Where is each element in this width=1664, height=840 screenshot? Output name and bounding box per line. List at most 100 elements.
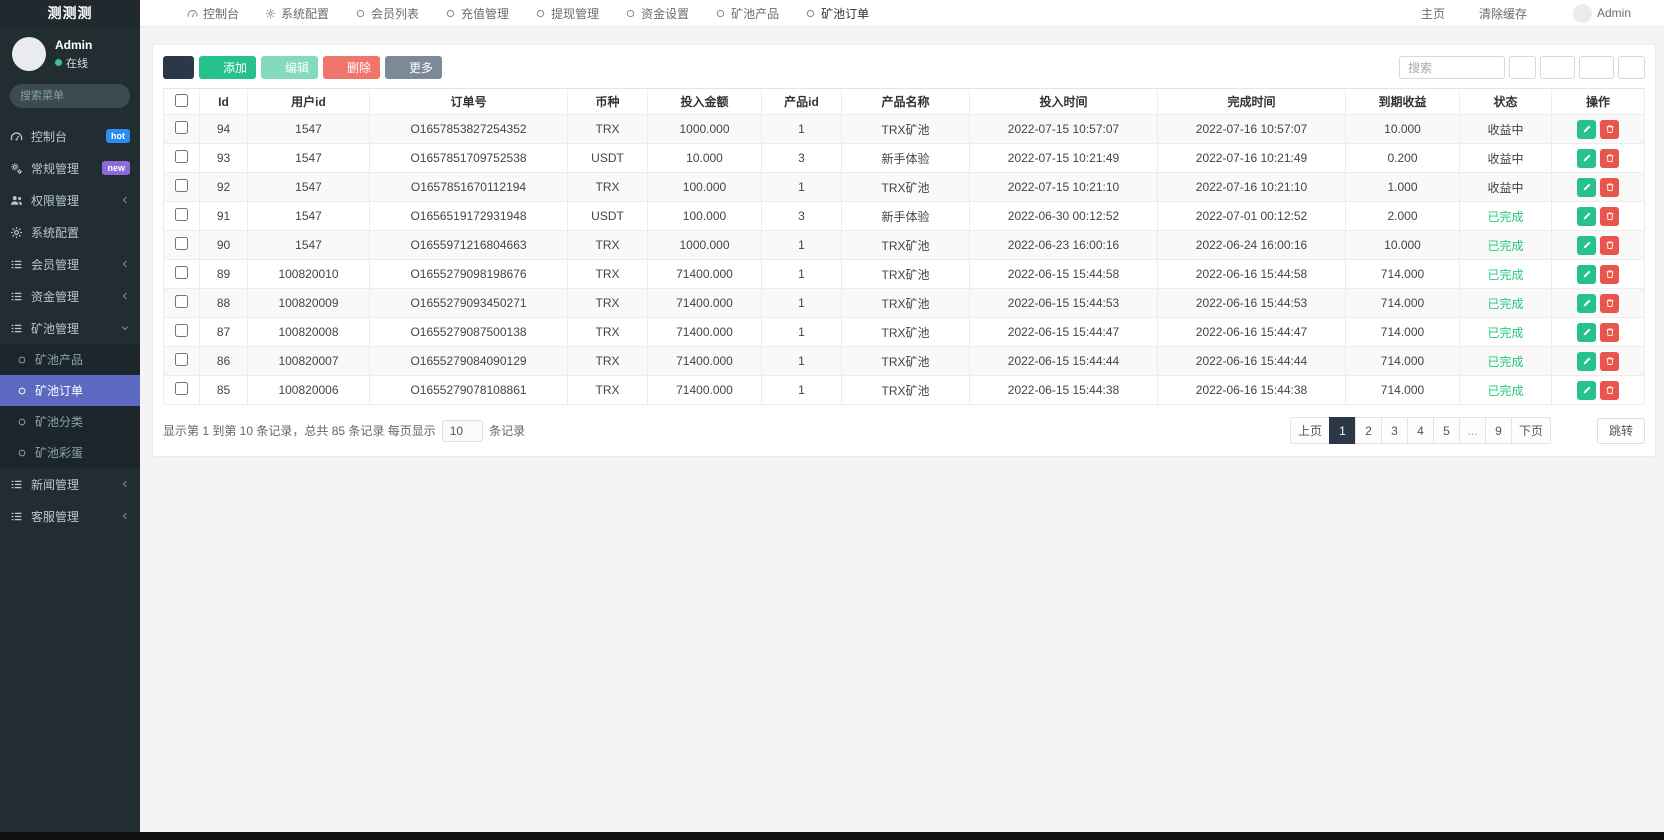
row-delete-button[interactable] [1600, 352, 1619, 371]
row-edit-button[interactable] [1577, 120, 1596, 139]
column-header[interactable]: 投入时间 [970, 89, 1158, 115]
row-checkbox[interactable] [175, 179, 188, 192]
row-checkbox[interactable] [175, 266, 188, 279]
more-button[interactable]: 更多 [385, 56, 442, 79]
column-header[interactable]: 订单号 [370, 89, 568, 115]
sidebar-item-4[interactable]: 会员管理 [0, 248, 140, 280]
column-header[interactable]: 产品id [762, 89, 842, 115]
row-edit-button[interactable] [1577, 323, 1596, 342]
row-checkbox[interactable] [175, 353, 188, 366]
clear-cache-label: 清除缓存 [1479, 5, 1527, 22]
sidebar-item-5[interactable]: 资金管理 [0, 280, 140, 312]
prev-page-button[interactable]: 上页 [1290, 417, 1330, 444]
sidebar-subitem-3[interactable]: 矿池彩蛋 [0, 437, 140, 468]
row-edit-button[interactable] [1577, 265, 1596, 284]
row-edit-button[interactable] [1577, 236, 1596, 255]
row-checkbox[interactable] [175, 295, 188, 308]
column-header[interactable]: 产品名称 [842, 89, 970, 115]
row-checkbox[interactable] [175, 237, 188, 250]
delete-button[interactable]: 删除 [323, 56, 380, 79]
main-area: 控制台系统配置会员列表充值管理提现管理资金设置矿池产品矿池订单 主页 清除缓存 … [140, 0, 1664, 832]
row-delete-button[interactable] [1600, 236, 1619, 255]
row-edit-button[interactable] [1577, 381, 1596, 400]
row-edit-button[interactable] [1577, 207, 1596, 226]
column-header[interactable]: 状态 [1460, 89, 1552, 115]
row-delete-button[interactable] [1600, 381, 1619, 400]
row-delete-button[interactable] [1600, 120, 1619, 139]
column-header[interactable]: Id [200, 89, 248, 115]
row-delete-button[interactable] [1600, 323, 1619, 342]
table-search-input[interactable] [1399, 56, 1505, 79]
page-button[interactable]: 3 [1381, 417, 1408, 444]
row-delete-button[interactable] [1600, 265, 1619, 284]
tab-5[interactable]: 资金设置 [612, 0, 702, 27]
sidebar-search-input[interactable] [20, 90, 109, 102]
clear-cache-link[interactable]: 清除缓存 [1462, 5, 1527, 22]
row-checkbox[interactable] [175, 208, 188, 221]
column-header[interactable]: 币种 [568, 89, 648, 115]
search-icon[interactable] [109, 91, 120, 102]
home-link[interactable]: 主页 [1404, 5, 1445, 22]
toggle-view-button[interactable] [1509, 56, 1536, 79]
row-checkbox[interactable] [175, 324, 188, 337]
settings-button[interactable] [1648, 7, 1660, 19]
row-checkbox[interactable] [175, 382, 188, 395]
row-edit-button[interactable] [1577, 149, 1596, 168]
sidebar-toggle-button[interactable] [140, 0, 174, 27]
row-delete-button[interactable] [1600, 294, 1619, 313]
column-header[interactable]: 用户id [248, 89, 370, 115]
sidebar-subitem-1[interactable]: 矿池订单 [0, 375, 140, 406]
page-button[interactable]: 5 [1433, 417, 1460, 444]
page-button[interactable]: 2 [1355, 417, 1382, 444]
cell-order-no: O1657851709752538 [370, 144, 568, 173]
page-button[interactable]: 1 [1329, 417, 1356, 444]
fullscreen-button[interactable] [1544, 7, 1556, 19]
refresh-button[interactable] [163, 56, 194, 79]
row-delete-button[interactable] [1600, 149, 1619, 168]
tab-0[interactable]: 控制台 [174, 0, 252, 27]
tab-1[interactable]: 系统配置 [252, 0, 342, 27]
edit-button[interactable]: 编辑 [261, 56, 318, 79]
sidebar-item-8[interactable]: 客服管理 [0, 500, 140, 532]
page-button[interactable]: 4 [1407, 417, 1434, 444]
tab-7[interactable]: 矿池订单 [792, 0, 882, 27]
row-checkbox[interactable] [175, 150, 188, 163]
tab-4[interactable]: 提现管理 [522, 0, 612, 27]
sidebar-item-0[interactable]: 控制台hot [0, 120, 140, 152]
sidebar-item-1[interactable]: 常规管理new [0, 152, 140, 184]
sidebar-item-3[interactable]: 系统配置 [0, 216, 140, 248]
export-button[interactable] [1579, 56, 1614, 79]
tab-2[interactable]: 会员列表 [342, 0, 432, 27]
sidebar-subitem-0[interactable]: 矿池产品 [0, 344, 140, 375]
sidebar-item-2[interactable]: 权限管理 [0, 184, 140, 216]
sidebar-item-6[interactable]: 矿池管理 [0, 312, 140, 344]
column-header[interactable]: 完成时间 [1158, 89, 1346, 115]
select-all-checkbox[interactable] [175, 94, 188, 107]
sidebar-item-label: 权限管理 [31, 192, 79, 209]
cell-status: 已完成 [1460, 318, 1552, 347]
cell-product-name: TRX矿池 [842, 260, 970, 289]
page-button[interactable]: 9 [1485, 417, 1512, 444]
sidebar-subitem-2[interactable]: 矿池分类 [0, 406, 140, 437]
next-page-button[interactable]: 下页 [1511, 417, 1551, 444]
row-delete-button[interactable] [1600, 207, 1619, 226]
sidebar-item-7[interactable]: 新闻管理 [0, 468, 140, 500]
add-label: 添加 [223, 59, 247, 76]
tab-3[interactable]: 充值管理 [432, 0, 522, 27]
page-size-select[interactable]: 10 [442, 420, 483, 442]
column-header[interactable]: 投入金额 [648, 89, 762, 115]
row-edit-button[interactable] [1577, 352, 1596, 371]
search-button[interactable] [1618, 56, 1645, 79]
row-delete-button[interactable] [1600, 178, 1619, 197]
columns-button[interactable] [1540, 56, 1575, 79]
row-edit-button[interactable] [1577, 178, 1596, 197]
circle-icon [17, 448, 27, 458]
column-header[interactable]: 到期收益 [1346, 89, 1460, 115]
add-button[interactable]: 添加 [199, 56, 256, 79]
tab-6[interactable]: 矿池产品 [702, 0, 792, 27]
jump-button[interactable]: 跳转 [1597, 418, 1645, 444]
column-header[interactable]: 操作 [1552, 89, 1645, 115]
row-checkbox[interactable] [175, 121, 188, 134]
row-edit-button[interactable] [1577, 294, 1596, 313]
user-menu[interactable]: Admin [1573, 4, 1631, 23]
